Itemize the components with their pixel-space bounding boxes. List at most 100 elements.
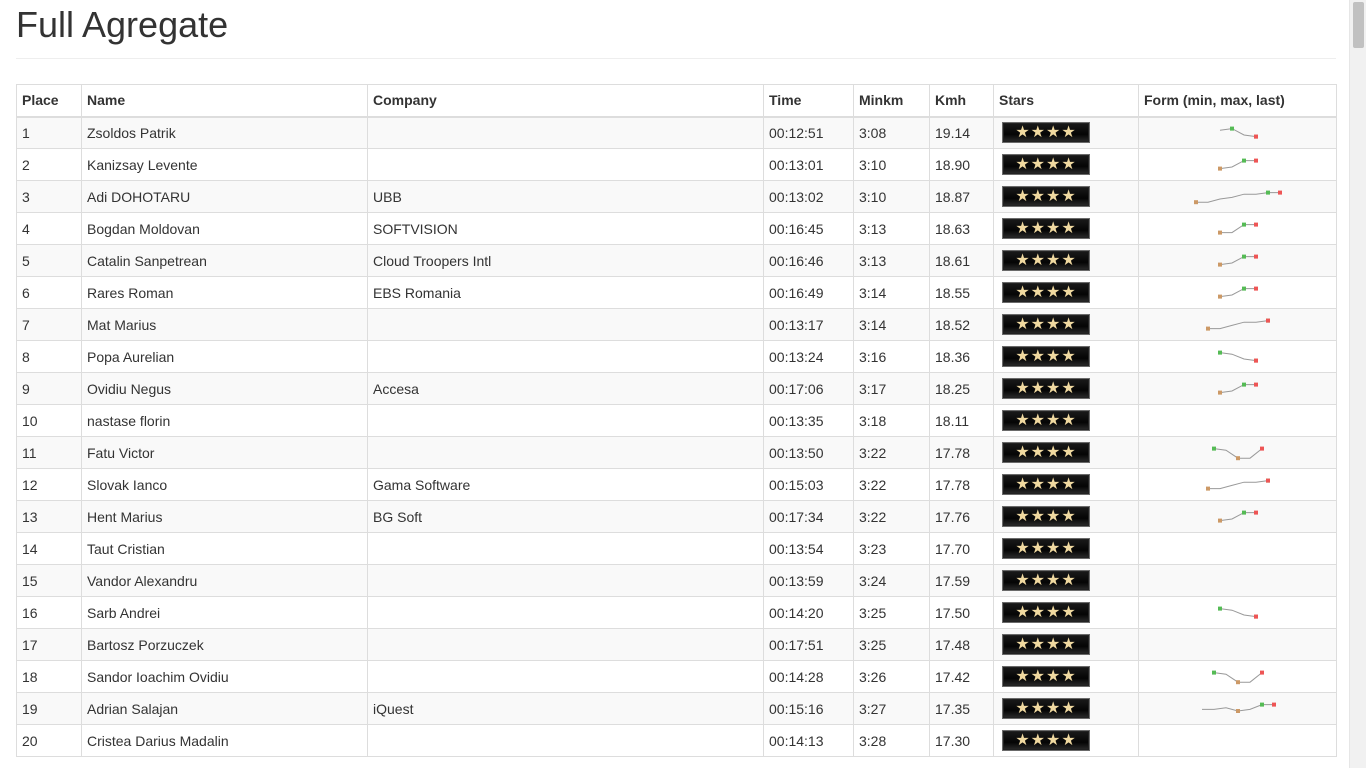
form-sparkline	[1217, 382, 1258, 395]
cell-time: 00:12:51	[763, 116, 854, 149]
cell-name: Cristea Darius Madalin	[81, 724, 368, 757]
cell-stars: ★★★★	[993, 180, 1139, 213]
cell-name: Zsoldos Patrik	[81, 116, 368, 149]
cell-stars: ★★★★	[993, 116, 1139, 149]
cell-place: 11	[16, 436, 82, 469]
sparkline-last-point	[1253, 158, 1258, 163]
cell-time: 00:13:24	[763, 340, 854, 373]
sparkline-last-point	[1259, 446, 1264, 451]
cell-kmh: 17.30	[929, 724, 994, 757]
cell-stars: ★★★★	[993, 340, 1139, 373]
cell-company	[367, 628, 764, 661]
cell-minkm: 3:24	[853, 564, 930, 597]
cell-form	[1138, 692, 1337, 725]
header-stars[interactable]: Stars	[993, 84, 1139, 118]
cell-time: 00:17:51	[763, 628, 854, 661]
cell-name: Vandor Alexandru	[81, 564, 368, 597]
sparkline-last-point	[1253, 382, 1258, 387]
cell-place: 20	[16, 724, 82, 757]
cell-kmh: 18.52	[929, 308, 994, 341]
sparkline-last-point	[1253, 614, 1258, 619]
sparkline-max-point	[1241, 286, 1246, 291]
cell-form	[1138, 500, 1337, 533]
cell-company	[367, 532, 764, 565]
cell-kmh: 17.59	[929, 564, 994, 597]
cell-company: UBB	[367, 180, 764, 213]
cell-time: 00:14:13	[763, 724, 854, 757]
table-row: 6 Rares Roman EBS Romania 00:16:49 3:14 18.55…	[16, 276, 1337, 309]
cell-company: Gama Software	[367, 468, 764, 501]
sparkline-max-point	[1229, 126, 1234, 131]
header-minkm[interactable]: Minkm	[853, 84, 930, 118]
sparkline-max-point	[1265, 190, 1270, 195]
cell-company: Accesa	[367, 372, 764, 405]
form-sparkline	[1217, 286, 1258, 299]
cell-minkm: 3:26	[853, 660, 930, 693]
cell-minkm: 3:13	[853, 212, 930, 245]
cell-name: Taut Cristian	[81, 532, 368, 565]
table-row: 5 Catalin Sanpetrean Cloud Troopers Intl 00…	[16, 244, 1337, 277]
table-row: 19 Adrian Salajan iQuest 00:15:16 3:27 17.35 ★…	[16, 692, 1337, 725]
cell-company	[367, 724, 764, 757]
sparkline-line	[1219, 127, 1256, 137]
sparkline-max-point	[1217, 606, 1222, 611]
cell-kmh: 17.48	[929, 628, 994, 661]
table-row: 8 Popa Aurelian 00:13:24 3:16 18.36 ★★★★	[16, 340, 1337, 373]
cell-time: 00:13:01	[763, 148, 854, 181]
star-rating-icon: ★★★★	[1002, 154, 1090, 175]
cell-place: 2	[16, 148, 82, 181]
sparkline-line	[1219, 159, 1256, 169]
cell-minkm: 3:10	[853, 148, 930, 181]
sparkline-min-point	[1217, 390, 1222, 395]
header-form[interactable]: Form (min, max, last)	[1138, 84, 1337, 118]
form-sparkline	[1211, 446, 1264, 460]
sparkline-max-point	[1211, 670, 1216, 675]
sparkline-min-point	[1217, 166, 1222, 171]
cell-company	[367, 340, 764, 373]
star-rating-icon: ★★★★	[1002, 250, 1090, 271]
header-company[interactable]: Company	[367, 84, 764, 118]
cell-stars: ★★★★	[993, 276, 1139, 309]
header-kmh[interactable]: Kmh	[929, 84, 994, 118]
cell-company	[367, 308, 764, 341]
cell-form	[1138, 276, 1337, 309]
star-rating-icon: ★★★★	[1002, 314, 1090, 335]
cell-company	[367, 116, 764, 149]
form-sparkline	[1217, 254, 1258, 267]
cell-name: Adi DOHOTARU	[81, 180, 368, 213]
cell-form	[1138, 340, 1337, 373]
header-time[interactable]: Time	[763, 84, 854, 118]
cell-name: Bartosz Porzuczek	[81, 628, 368, 661]
sparkline-last-point	[1265, 318, 1270, 323]
cell-stars: ★★★★	[993, 244, 1139, 277]
star-rating-icon: ★★★★	[1002, 730, 1090, 751]
star-rating-icon: ★★★★	[1002, 186, 1090, 207]
cell-place: 1	[16, 116, 82, 149]
cell-company	[367, 596, 764, 629]
cell-minkm: 3:25	[853, 628, 930, 661]
cell-name: Sandor Ioachim Ovidiu	[81, 660, 368, 693]
cell-form	[1138, 724, 1337, 757]
table-row: 3 Adi DOHOTARU UBB 00:13:02 3:10 18.87 ★★★★	[16, 180, 1337, 213]
header-name[interactable]: Name	[81, 84, 368, 118]
cell-kmh: 18.36	[929, 340, 994, 373]
star-rating-icon: ★★★★	[1002, 122, 1090, 144]
cell-place: 17	[16, 628, 82, 661]
cell-minkm: 3:08	[853, 116, 930, 149]
cell-minkm: 3:28	[853, 724, 930, 757]
cell-stars: ★★★★	[993, 532, 1139, 565]
cell-form	[1138, 596, 1337, 629]
cell-company: BG Soft	[367, 500, 764, 533]
scrollbar-thumb[interactable]	[1353, 2, 1364, 48]
table-row: 7 Mat Marius 00:13:17 3:14 18.52 ★★★★	[16, 308, 1337, 341]
sparkline-min-point	[1235, 455, 1240, 460]
cell-kmh: 18.63	[929, 212, 994, 245]
page-container: Full Agregate Place Name Company Time Mi…	[16, 0, 1337, 757]
cell-time: 00:13:59	[763, 564, 854, 597]
header-place[interactable]: Place	[16, 84, 82, 118]
form-sparkline	[1193, 190, 1282, 204]
sparkline-last-point	[1253, 254, 1258, 259]
sparkline-min-point	[1205, 326, 1210, 331]
vertical-scrollbar[interactable]	[1349, 0, 1366, 768]
form-sparkline	[1217, 606, 1258, 619]
